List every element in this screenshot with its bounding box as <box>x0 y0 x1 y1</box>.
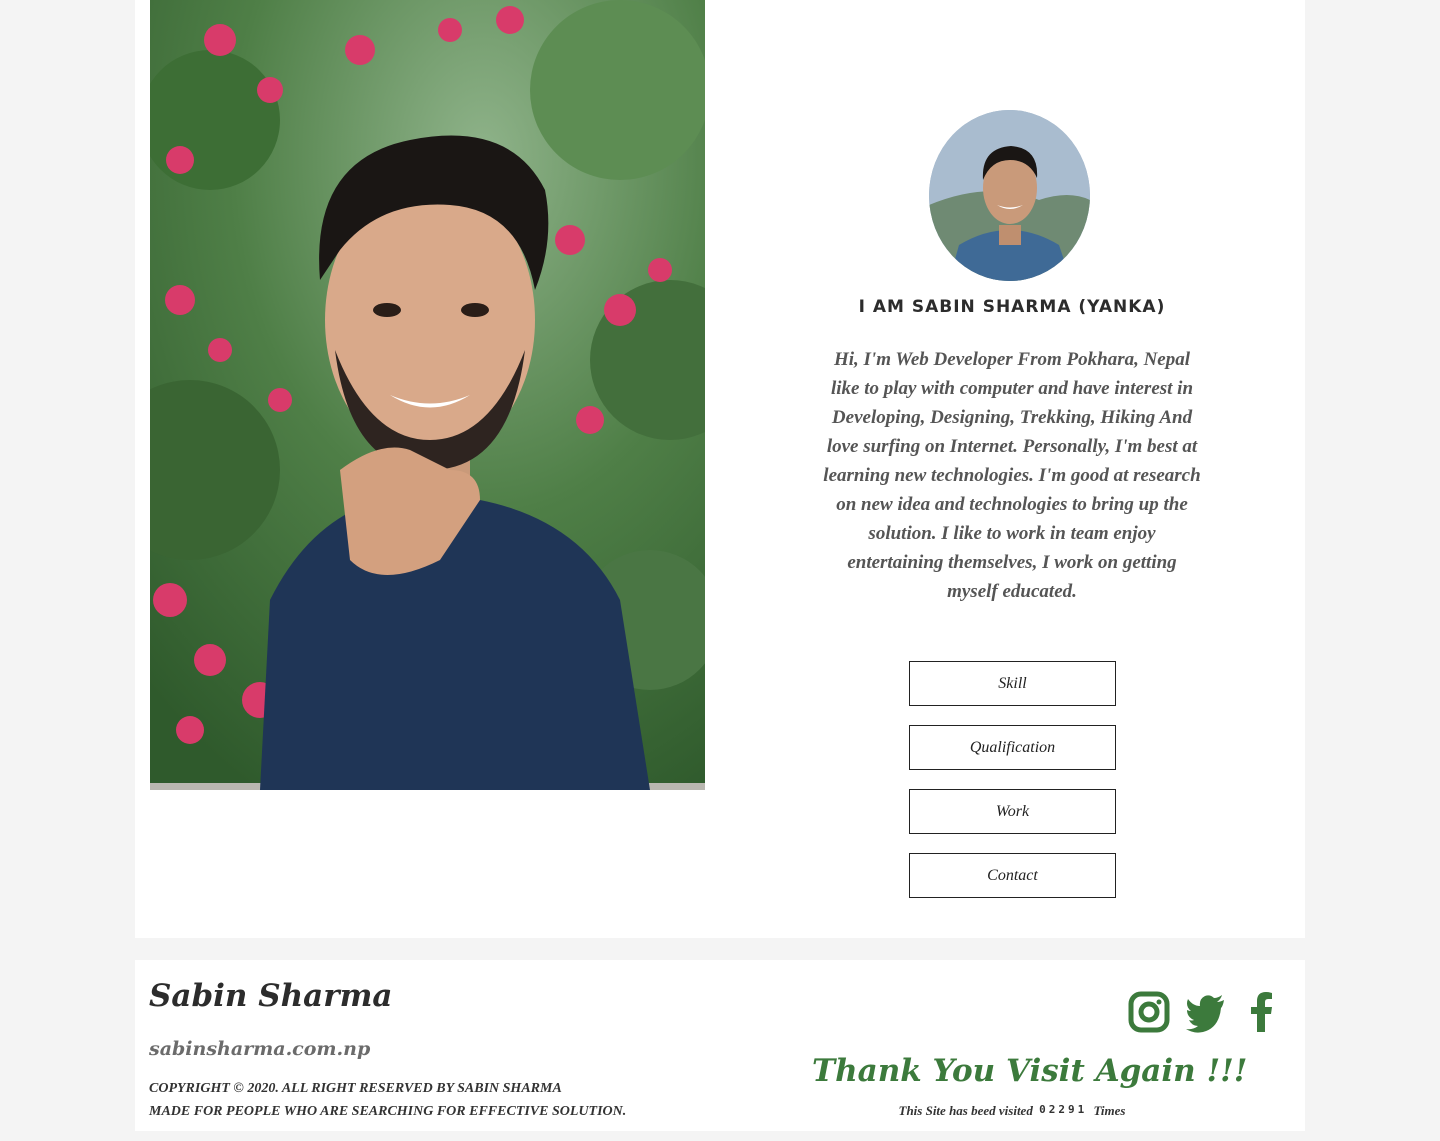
visit-counter: This Site has beed visited 02291 Times <box>812 1103 1212 1119</box>
profile-photo <box>150 0 705 790</box>
visits-prefix: This Site has beed visited <box>898 1103 1033 1118</box>
footer-name: Sabin Sharma <box>149 978 393 1014</box>
work-button[interactable]: Work <box>909 789 1116 834</box>
visits-suffix: Times <box>1093 1103 1126 1118</box>
footer-copyright: COPYRIGHT © 2020. ALL RIGHT RESERVED BY … <box>149 1077 626 1123</box>
avatar <box>929 110 1090 281</box>
footer-site-link[interactable]: sabinsharma.com.np <box>149 1038 370 1060</box>
contact-button[interactable]: Contact <box>909 853 1116 898</box>
visits-count: 02291 <box>1039 1103 1088 1116</box>
twitter-icon[interactable] <box>1184 990 1228 1034</box>
instagram-icon[interactable] <box>1127 990 1171 1034</box>
thanks-message: Thank You Visit Again !!! <box>812 1053 1248 1089</box>
profile-bio: Hi, I'm Web Developer From Pokhara, Nepa… <box>823 349 1201 602</box>
facebook-icon[interactable] <box>1241 990 1285 1034</box>
skill-button[interactable]: Skill <box>909 661 1116 706</box>
tagline-text: MADE FOR PEOPLE WHO ARE SEARCHING FOR EF… <box>149 1104 627 1119</box>
qualification-button[interactable]: Qualification <box>909 725 1116 770</box>
copyright-text: COPYRIGHT © 2020. ALL RIGHT RESERVED BY … <box>149 1081 562 1096</box>
profile-headline: I AM SABIN SHARMA (YANKA) <box>858 297 1166 317</box>
